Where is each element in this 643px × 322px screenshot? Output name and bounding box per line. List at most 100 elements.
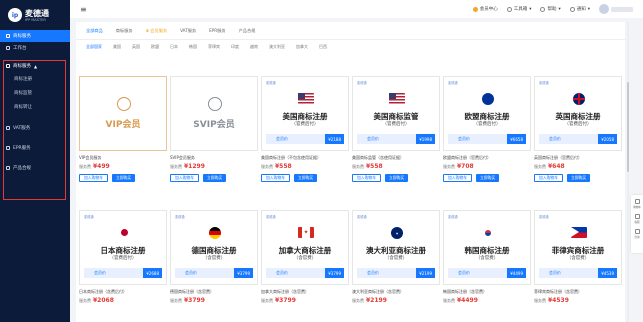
buy-now-button[interactable]: 立即购买 [293,174,318,182]
card-image[interactable]: 麦德通 菲律宾商标注册 （含官费） 会员价 ¥4539 [534,210,622,285]
product-card-ca-register: 麦德通 ✦ 加拿大商标注册 （含官费） 会员价 ¥3799 加拿大商标注册（含官费… [261,210,349,305]
chevron-down-icon: ▾ [587,6,590,12]
sidebar-item-trademark-home[interactable]: 商标服务 [0,30,70,42]
brand-watermark: 麦德通 [448,81,458,85]
card-image[interactable]: 麦德通 日本商标注册 （官费后付） 会员价 ¥2688 [79,210,167,285]
country-tab[interactable]: 全部国家 [86,44,102,50]
de-flag-icon [209,227,221,239]
add-to-cart-button[interactable]: 加入购物车 [79,174,108,182]
product-name: 韩国商标注册（含官费） [443,289,487,294]
crown-icon: ♛ [145,28,150,33]
buy-now-button[interactable]: 立即购买 [384,174,409,182]
kr-flag-icon [480,227,496,238]
card-image[interactable]: 麦德通 德国商标注册 （含官费） 会员价 ¥3799 [170,210,258,285]
card-image[interactable]: 麦德通 欧盟商标注册 （官费后付） 会员价 ¥6658 [443,76,531,151]
product-name: 美国商标注册（不包含使用证据） [261,155,321,160]
cart-tool[interactable]: 购物车 [633,199,641,209]
card-image[interactable]: 麦德通 韩国商标注册 （含官费） 会员价 ¥4499 [443,210,531,285]
brand-watermark: 麦德通 [539,215,549,219]
product-card-svip: SVIP会员 SVIP会员服务 服务费 ¥1299 加入购物车 立即购买 [170,76,258,182]
product-name: 英国商标注册（官费后付） [534,155,582,160]
notification-button[interactable]: 通知 ▾ [569,6,590,12]
add-to-cart-button[interactable]: 加入购物车 [352,174,381,182]
product-card-kr-register: 麦德通 韩国商标注册 （含官费） 会员价 ¥4499 韩国商标注册（含官费） 服务… [443,210,531,305]
card-subtitle: （含官费） [566,256,590,261]
menu-toggle-icon[interactable]: ≡ [80,5,87,14]
avatar [599,4,609,14]
card-image[interactable]: 麦德通 美国商标监管 （官费后付） 会员价 ¥1998 [352,76,440,151]
us-flag-icon [298,93,314,104]
card-image[interactable]: 麦德通 ✶ 澳大利亚商标注册 （含官费） 会员价 ¥2199 [352,210,440,285]
add-to-cart-button[interactable]: 加入购物车 [170,174,199,182]
jp-flag-icon [116,227,132,238]
brand-name-en: IPP MASTER [25,17,46,22]
country-tab[interactable]: 韩国 [189,44,197,50]
scrollbar[interactable] [627,22,629,322]
tab-all[interactable]: 全部商品 [86,28,103,34]
buy-now-button[interactable]: 立即购买 [566,174,591,182]
chat-icon [634,229,640,234]
bell-icon [569,6,575,12]
card-subtitle: （官费后付） [564,122,592,127]
product-price: 服务费 ¥2068 [79,297,114,304]
chevron-down-icon: ▾ [558,6,561,12]
member-price-bar: 会员价 ¥1998 [357,134,435,144]
product-price: 服务费 ¥4539 [534,297,569,304]
buy-now-button[interactable]: 立即购买 [202,174,227,182]
user-menu[interactable] [599,4,633,14]
country-tab[interactable]: 日本 [170,44,178,50]
card-image[interactable]: 麦德通 ✦ 加拿大商标注册 （含官费） 会员价 ¥3799 [261,210,349,285]
buy-now-button[interactable]: 立即购买 [111,174,136,182]
country-tab[interactable]: 欧盟 [151,44,159,50]
product-card-eu-register: 麦德通 欧盟商标注册 （官费后付） 会员价 ¥6658 欧盟商标注册（官费后付） … [443,76,531,182]
card-image[interactable]: SVIP会员 [170,76,258,151]
tab-trademark[interactable]: 商标服务 [116,28,133,34]
country-tab[interactable]: 巴西 [319,44,327,50]
headset-icon [634,214,640,219]
logo: ip 麦德通 IPP MASTER [0,0,70,30]
floating-toolbar: 购物车 客服 咨询 [631,195,643,253]
tab-member[interactable]: ♛ 会员服务 [146,28,168,34]
vip-label: SVIP会员 [193,120,235,130]
brand-name-cn: 麦德通 [25,8,49,18]
consult-tool[interactable]: 咨询 [634,229,640,239]
product-price: 服务费 ¥3799 [170,297,205,304]
tab-vat[interactable]: VAT服务 [180,28,196,34]
product-price: 服务费 ¥499 [79,163,110,170]
card-image[interactable]: 麦德通 英国商标注册 （官费后付） 会员价 ¥2058 [534,76,622,151]
card-image[interactable]: VIP会员 [79,76,167,151]
country-tab[interactable]: 加拿大 [296,44,308,50]
member-price-bar: 会员价 ¥2199 [357,268,435,278]
logo-icon: ip [8,8,22,22]
card-subtitle: （官费后付） [291,122,319,127]
add-to-cart-button[interactable]: 加入购物车 [443,174,472,182]
product-name: 德国商标注册（含官费） [170,289,214,294]
card-subtitle: （官费后付） [473,122,501,127]
country-tab[interactable]: 澳大利亚 [269,44,285,50]
tab-epr[interactable]: EPR服务 [209,28,225,34]
vip-label: VIP会员 [105,120,141,130]
ca-flag-icon: ✦ [298,227,314,238]
tab-compliance[interactable]: 产品合规 [239,28,256,34]
country-tab[interactable]: 菲律宾 [208,44,220,50]
country-tab[interactable]: 印度 [231,44,239,50]
product-price: 服务费 ¥708 [443,163,474,170]
country-tab[interactable]: 英国 [132,44,140,50]
highlight-box [3,60,66,200]
toolbox-button[interactable]: 工具箱 ▾ [506,6,531,12]
member-center-button[interactable]: 会员中心 [472,6,498,12]
product-price: 服务费 ¥3799 [261,297,296,304]
buy-now-button[interactable]: 立即购买 [475,174,500,182]
scrollbar-thumb[interactable] [627,82,629,172]
add-to-cart-button[interactable]: 加入购物车 [534,174,563,182]
card-image[interactable]: 麦德通 美国商标注册 （官费后付） 会员价 ¥2188 [261,76,349,151]
add-to-cart-button[interactable]: 加入购物车 [261,174,290,182]
country-tab[interactable]: 美国 [113,44,121,50]
help-button[interactable]: 帮助 ▾ [540,6,561,12]
service-tool[interactable]: 客服 [634,214,640,224]
brand-watermark: 麦德通 [266,81,276,85]
card-subtitle: （含官费） [384,256,408,261]
country-tab[interactable]: 越南 [250,44,258,50]
sidebar-item-workbench[interactable]: 工作台 [0,42,70,54]
home-icon [6,34,10,38]
